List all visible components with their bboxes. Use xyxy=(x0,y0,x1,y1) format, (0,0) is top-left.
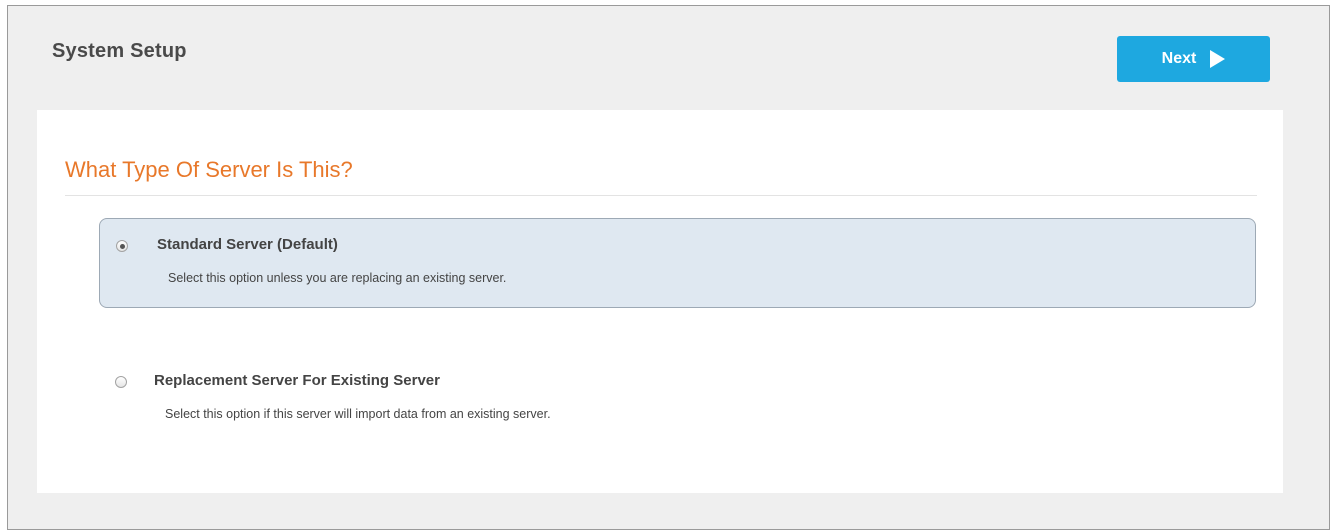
server-type-panel: What Type Of Server Is This? Standard Se… xyxy=(37,110,1283,493)
system-setup-frame: System Setup Next What Type Of Server Is… xyxy=(7,5,1330,530)
radio-standard-server[interactable] xyxy=(116,240,128,252)
option-replacement-description: Select this option if this server will i… xyxy=(165,407,551,421)
option-replacement-label: Replacement Server For Existing Server xyxy=(154,372,440,389)
section-divider xyxy=(65,195,1257,196)
option-standard-description: Select this option unless you are replac… xyxy=(168,271,507,285)
next-button-label: Next xyxy=(1161,50,1197,67)
next-button[interactable]: Next xyxy=(1117,36,1270,82)
radio-replacement-server[interactable] xyxy=(115,376,127,388)
option-standard-label: Standard Server (Default) xyxy=(157,236,338,253)
page-title: System Setup xyxy=(52,40,187,62)
play-triangle-icon xyxy=(1210,50,1226,68)
option-standard-server[interactable]: Standard Server (Default) Select this op… xyxy=(99,218,1256,308)
section-title: What Type Of Server Is This? xyxy=(65,157,353,182)
option-replacement-server[interactable]: Replacement Server For Existing Server S… xyxy=(99,355,1256,435)
